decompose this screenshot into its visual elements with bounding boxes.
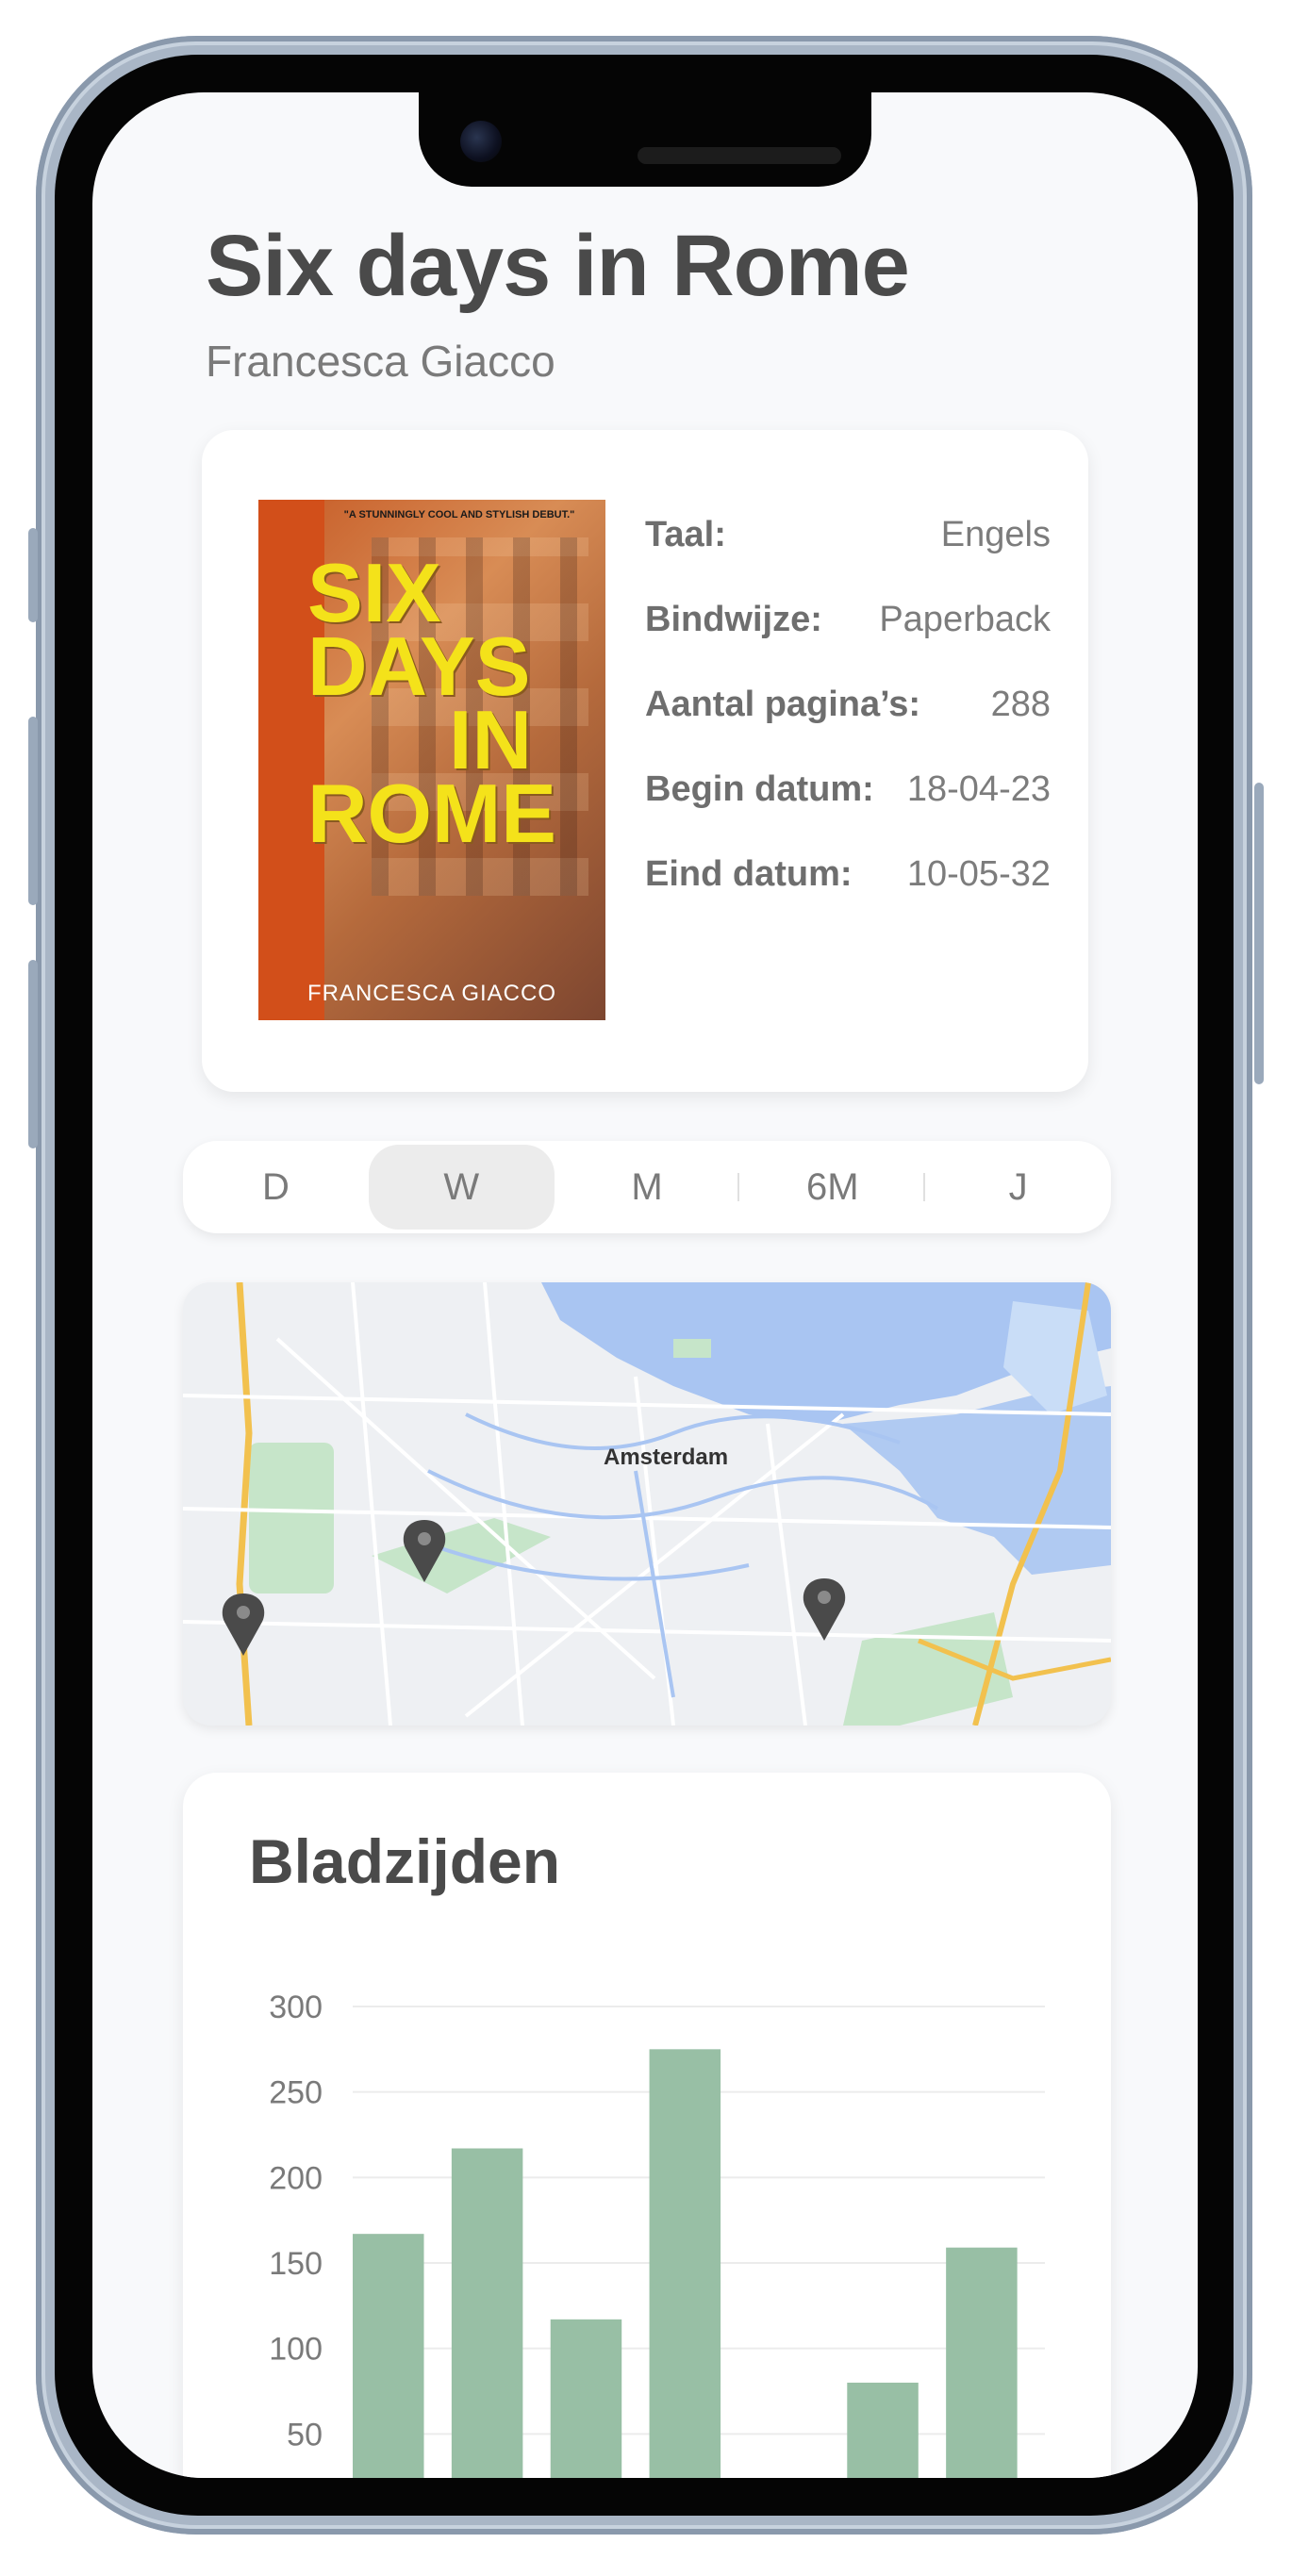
detail-row-language: Taal: Engels <box>645 492 1051 577</box>
y-tick-label: 300 <box>269 1990 323 2025</box>
page-title: Six days in Rome <box>206 218 910 314</box>
cover-quote: "A STUNNINGLY COOL AND STYLISH DEBUT." <box>343 509 575 520</box>
volume-down-button <box>28 960 38 1148</box>
volume-up-button <box>28 717 38 905</box>
book-cover-image: "A STUNNINGLY COOL AND STYLISH DEBUT." S… <box>258 500 605 1020</box>
speaker-grille <box>638 147 841 164</box>
period-option-label: W <box>443 1165 480 1208</box>
period-option-week[interactable]: W <box>368 1145 555 1230</box>
y-tick-label: 150 <box>269 2246 323 2282</box>
detail-value: 288 <box>990 684 1051 724</box>
book-author: Francesca Giacco <box>206 337 555 386</box>
front-camera-icon <box>460 121 502 162</box>
detail-value: 10-05-32 <box>906 853 1051 894</box>
detail-value: 18-04-23 <box>906 768 1051 809</box>
period-option-6-months[interactable]: 6M <box>739 1141 926 1233</box>
cover-title-line: ROME <box>307 767 556 860</box>
y-tick-label: 250 <box>269 2075 323 2111</box>
detail-label: Begin datum: <box>645 768 874 809</box>
chart-y-axis: 50 100 150 200 250 300 <box>269 1990 323 2452</box>
detail-value: Paperback <box>879 599 1051 639</box>
chart-bar[interactable] <box>550 2319 622 2478</box>
y-tick-label: 50 <box>287 2417 323 2452</box>
period-option-month[interactable]: M <box>555 1141 740 1233</box>
detail-label: Eind datum: <box>645 853 853 894</box>
chart-bar[interactable] <box>649 2049 721 2478</box>
period-option-label: M <box>631 1165 663 1208</box>
book-info-card: "A STUNNINGLY COOL AND STYLISH DEBUT." S… <box>202 430 1088 1092</box>
pages-bar-chart: 50 100 150 200 250 300 <box>269 1990 1045 2478</box>
detail-row-binding: Bindwijze: Paperback <box>645 577 1051 662</box>
screen: Six days in Rome Francesca Giacco "A STU… <box>92 92 1198 2478</box>
chart-bar[interactable] <box>451 2148 523 2478</box>
y-tick-label: 200 <box>269 2160 323 2196</box>
y-tick-label: 100 <box>269 2332 323 2368</box>
chart-bar[interactable] <box>946 2247 1018 2478</box>
detail-value: Engels <box>940 514 1051 554</box>
period-option-year[interactable]: J <box>925 1141 1111 1233</box>
detail-row-pages: Aantal pagina’s: 288 <box>645 662 1051 747</box>
mute-switch <box>28 528 38 622</box>
book-details-list: Taal: Engels Bindwijze: Paperback Aantal… <box>645 492 1051 916</box>
detail-label: Bindwijze: <box>645 599 822 639</box>
chart-bar[interactable] <box>353 2234 424 2478</box>
pages-chart-card: Bladzijden 50 100 150 200 250 300 <box>183 1773 1111 2478</box>
map-canvas <box>183 1282 1111 1726</box>
detail-label: Aantal pagina’s: <box>645 684 921 724</box>
detail-label: Taal: <box>645 514 726 554</box>
map-city-label: Amsterdam <box>604 1445 729 1470</box>
period-option-label: 6M <box>806 1165 859 1208</box>
chart-bar[interactable] <box>847 2382 919 2478</box>
cover-title: SIX DAYS IN ROME <box>307 552 590 860</box>
detail-row-end-date: Eind datum: 10-05-32 <box>645 832 1051 916</box>
power-button <box>1254 783 1264 1084</box>
detail-row-start-date: Begin datum: 18-04-23 <box>645 747 1051 832</box>
cover-author: FRANCESCA GIACCO <box>306 981 557 1006</box>
period-option-label: J <box>1008 1165 1028 1208</box>
period-option-label: D <box>261 1165 290 1208</box>
period-selector: D W M 6M J <box>183 1141 1111 1233</box>
period-option-day[interactable]: D <box>183 1141 369 1233</box>
reading-locations-map[interactable]: Amsterdam <box>183 1282 1111 1726</box>
